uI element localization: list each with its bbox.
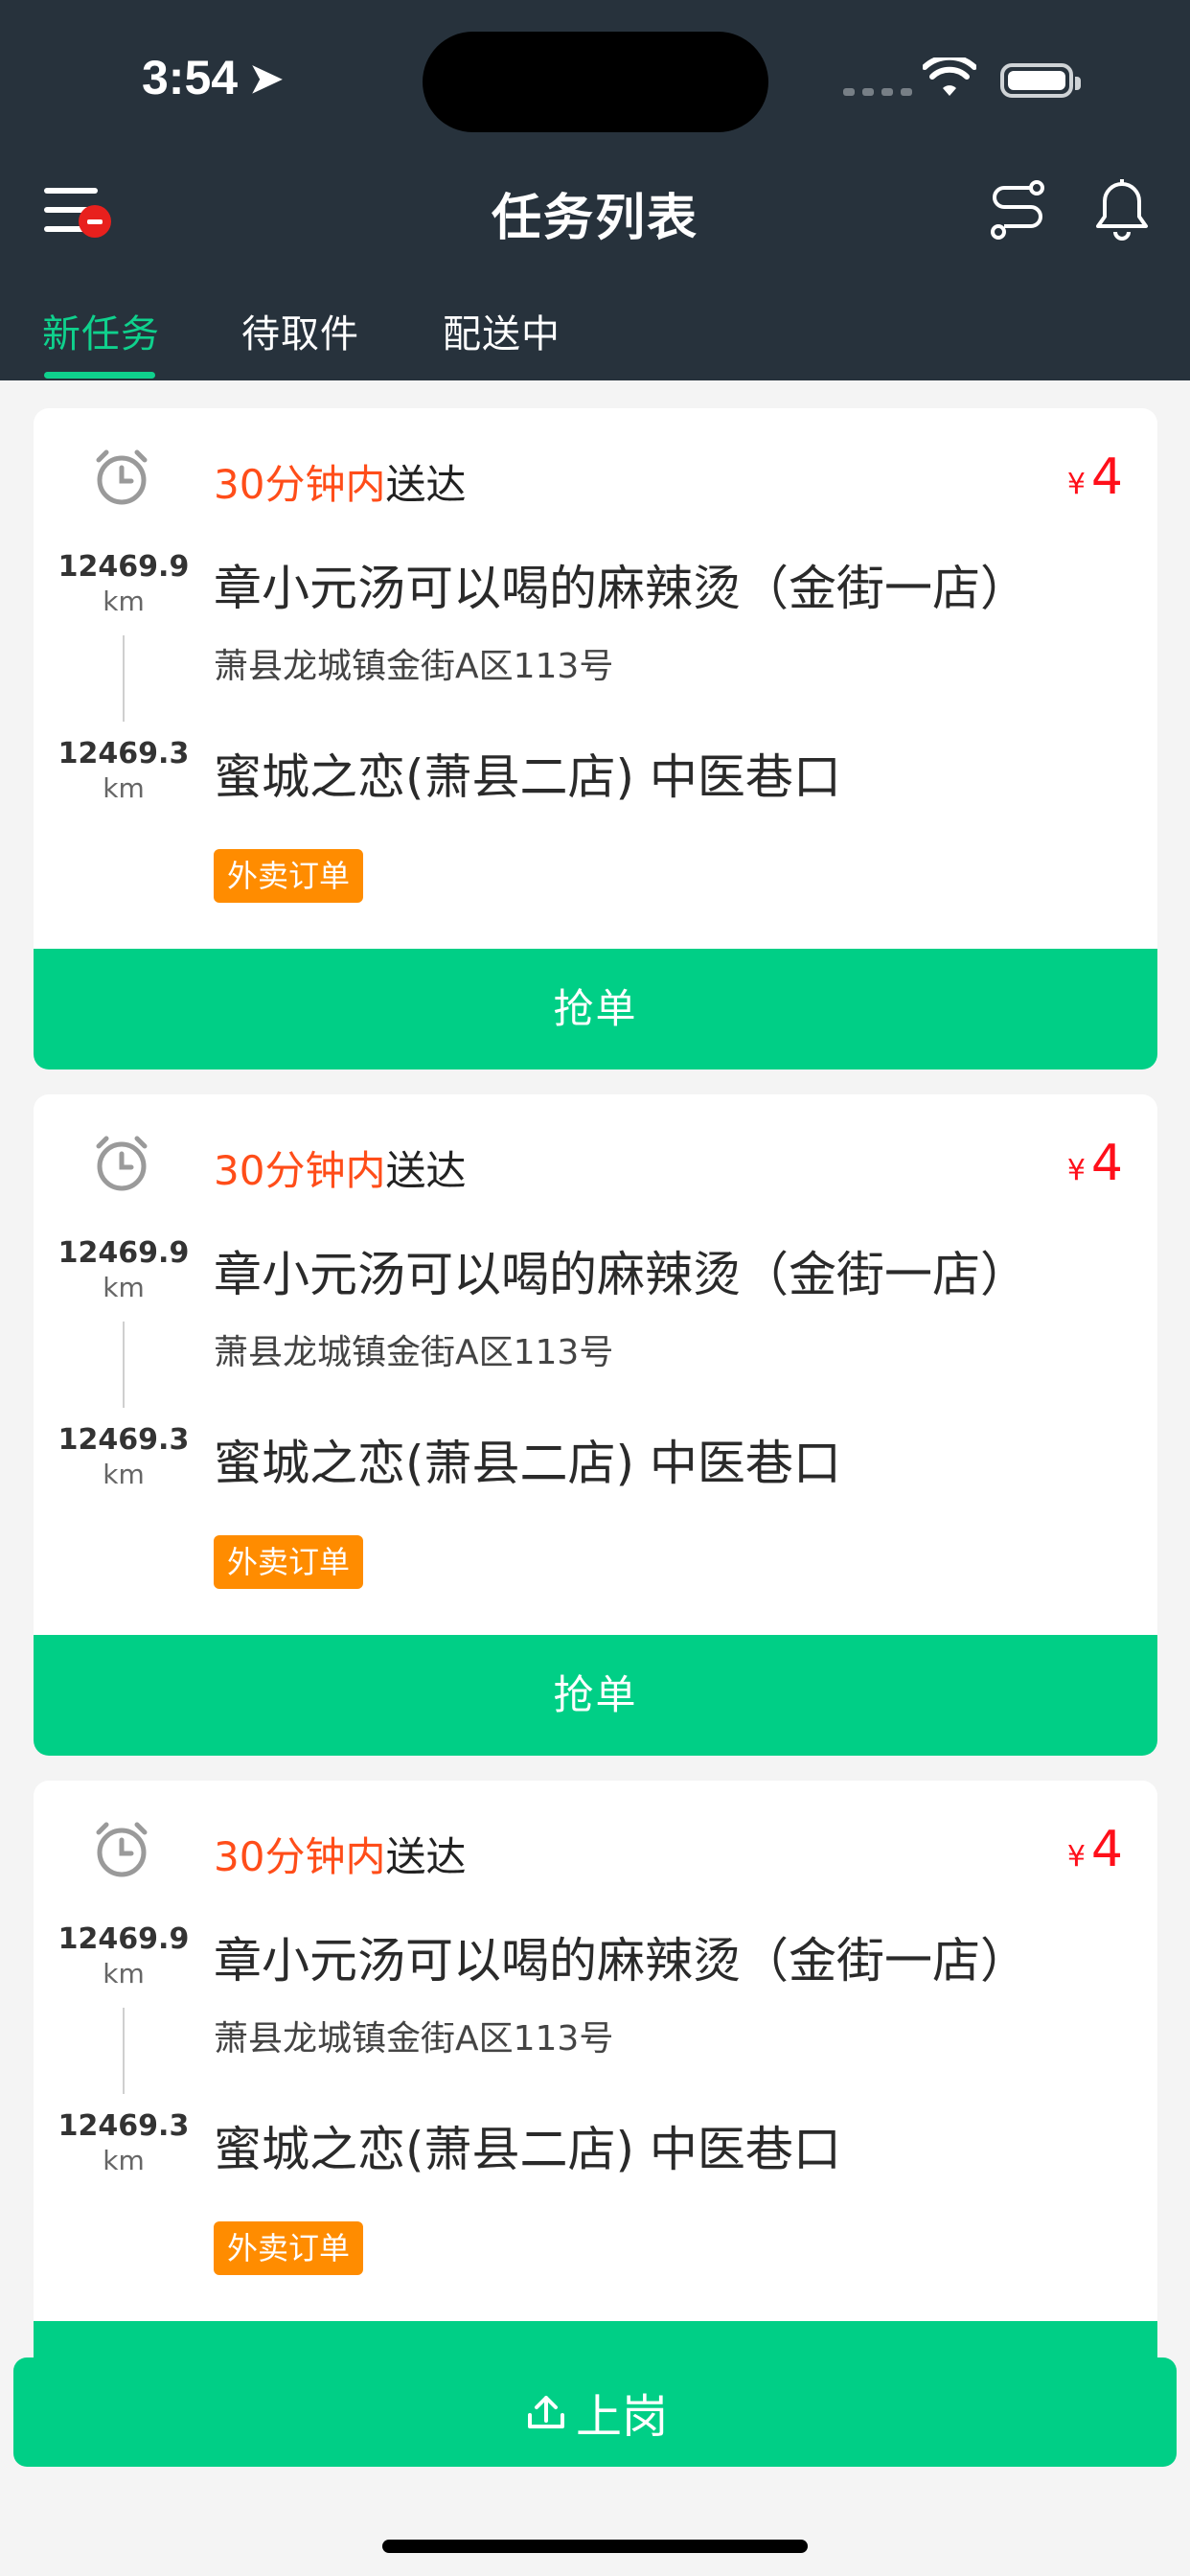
tab-delivering[interactable]: 配送中 — [443, 303, 561, 358]
destination-name: 蜜城之恋(萧县二店) 中医巷口 — [214, 749, 841, 805]
task-tabs: 新任务 待取件 配送中 — [0, 295, 1190, 380]
go-on-duty-label: 上岗 — [575, 2390, 668, 2444]
alarm-clock-icon — [96, 1136, 148, 1191]
order-type-tag: 外卖订单 — [214, 1535, 364, 1589]
store-address: 萧县龙城镇金街A区113号 — [214, 2019, 614, 2058]
location-arrow-icon: ➤ — [249, 55, 284, 101]
order-card: 30分钟内送达 ¥4 12469.9 km 12469.3 km 章小元汤可以喝… — [34, 1781, 1157, 2442]
store-name: 章小元汤可以喝的麻辣烫（金街一店） — [214, 1933, 1028, 1989]
order-price: ¥4 — [1066, 1821, 1123, 1878]
store-name: 章小元汤可以喝的麻辣烫（金街一店） — [214, 561, 1028, 616]
destination-name: 蜜城之恋(萧县二店) 中医巷口 — [214, 2122, 841, 2177]
pickup-distance: 12469.9 km — [57, 550, 190, 617]
alarm-clock-icon — [96, 449, 148, 505]
order-card: 30分钟内送达 ¥4 12469.9 km 12469.3 km 章小元汤可以喝… — [34, 408, 1157, 1070]
delivery-time: 30分钟内送达 — [214, 1147, 467, 1194]
dropoff-distance: 12469.3 km — [57, 2109, 190, 2176]
order-type-tag: 外卖订单 — [214, 849, 364, 903]
delivery-time: 30分钟内送达 — [214, 461, 467, 508]
active-tab-indicator — [44, 372, 155, 379]
cellular-signal-icon — [843, 88, 912, 96]
app-header: 3:54 ➤ 任务列表 新任务 待取件 配送中 — [0, 0, 1190, 380]
order-price: ¥4 — [1066, 448, 1123, 506]
route-connector — [123, 2008, 125, 2094]
alarm-clock-icon — [96, 1822, 148, 1877]
pickup-distance: 12469.9 km — [57, 1236, 190, 1303]
tab-new-tasks[interactable]: 新任务 — [42, 303, 160, 358]
store-address: 萧县龙城镇金街A区113号 — [214, 647, 614, 686]
grab-order-button[interactable]: 抢单 — [34, 949, 1157, 1070]
wifi-icon — [923, 58, 976, 96]
order-price: ¥4 — [1066, 1135, 1123, 1192]
dropoff-distance: 12469.3 km — [57, 1423, 190, 1490]
go-on-duty-button[interactable]: 上岗 — [13, 2358, 1177, 2467]
store-address: 萧县龙城镇金街A区113号 — [214, 1333, 614, 1372]
route-connector — [123, 635, 125, 722]
dropoff-distance: 12469.3 km — [57, 737, 190, 804]
pickup-distance: 12469.9 km — [57, 1922, 190, 1990]
upload-icon — [527, 2396, 564, 2428]
battery-icon — [1000, 63, 1081, 98]
route-icon[interactable] — [989, 180, 1046, 240]
destination-name: 蜜城之恋(萧县二店) 中医巷口 — [214, 1436, 841, 1491]
route-connector — [123, 1322, 125, 1408]
status-time: 3:54 ➤ — [142, 51, 284, 104]
store-name: 章小元汤可以喝的麻辣烫（金街一店） — [214, 1247, 1028, 1302]
order-type-tag: 外卖订单 — [214, 2221, 364, 2275]
dynamic-island — [423, 32, 768, 132]
bell-icon[interactable] — [1094, 178, 1150, 242]
tab-pending-pickup[interactable]: 待取件 — [241, 303, 359, 358]
grab-order-button[interactable]: 抢单 — [34, 1635, 1157, 1756]
order-card: 30分钟内送达 ¥4 12469.9 km 12469.3 km 章小元汤可以喝… — [34, 1094, 1157, 1756]
home-indicator — [382, 2540, 808, 2553]
delivery-time: 30分钟内送达 — [214, 1833, 467, 1880]
